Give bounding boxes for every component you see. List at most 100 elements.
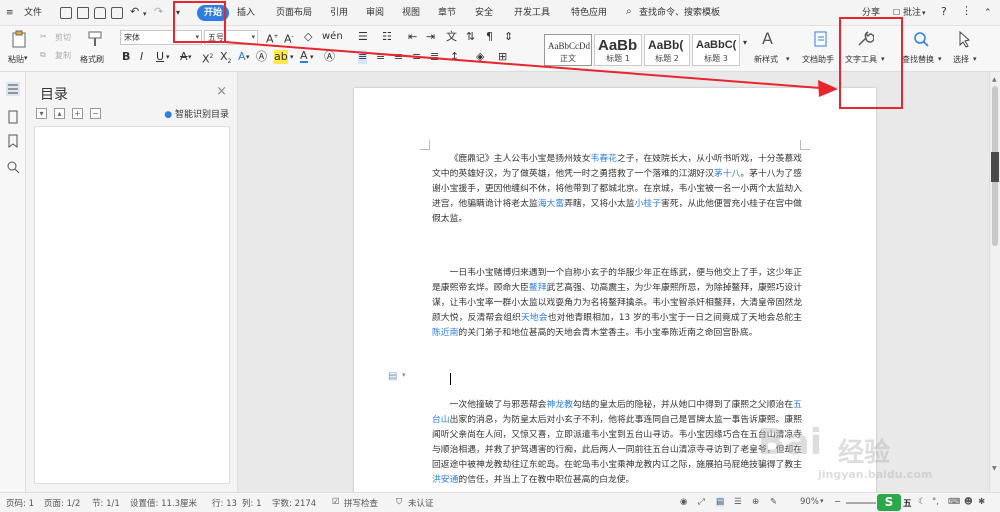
new-style-button[interactable]: 新样式 (754, 54, 778, 65)
text-tools-dropdown-icon[interactable]: ▾ (881, 55, 885, 63)
keyboard-icon[interactable]: ⌨ (948, 497, 960, 507)
hyperlink-name[interactable]: 陈近南 (432, 328, 458, 338)
toc-panel-icon[interactable] (6, 82, 20, 96)
character-shading-icon[interactable]: Ⓐ (256, 50, 267, 64)
paste-button[interactable]: 粘贴 (8, 54, 24, 65)
highlight-dropdown-icon[interactable]: ▾ (290, 50, 294, 64)
doc-assistant-icon[interactable] (812, 30, 830, 48)
full-screen-icon[interactable]: ⤢ (698, 497, 705, 507)
hyperlink-name[interactable]: 韦春花 (591, 154, 617, 164)
clear-format-icon[interactable]: ◇ (304, 30, 312, 44)
tab-developer[interactable]: 开发工具 (514, 5, 550, 21)
numbered-list-icon[interactable]: ☷ (382, 30, 392, 44)
select-dropdown-icon[interactable]: ▾ (973, 55, 977, 63)
status-setting-value[interactable]: 设置值: 11.3厘米 (130, 497, 197, 509)
tab-home[interactable]: 开始 (197, 5, 230, 21)
app-menu-icon[interactable]: ≡ (6, 5, 14, 21)
shading-icon[interactable]: ◈ (476, 50, 484, 64)
style-heading-3[interactable]: AaBbC( 标题 3 (692, 34, 740, 66)
settings-icon[interactable]: ✱ (978, 497, 985, 507)
tab-insert[interactable]: 插入 (237, 5, 255, 21)
find-replace-button[interactable]: 查找替换 (902, 54, 934, 65)
zoom-out-icon[interactable]: − (834, 497, 841, 507)
collapse-all-icon[interactable]: ▾ (36, 108, 47, 119)
close-icon[interactable]: × (216, 84, 227, 99)
status-pages[interactable]: 页面: 1/2 (44, 497, 80, 509)
new-style-icon[interactable]: A (762, 31, 773, 47)
document-page[interactable]: 《鹿鼎记》主人公韦小宝是扬州妓女韦春花之子，在妓院长大，从小听书听戏，十分羡慕戏… (354, 88, 876, 498)
status-column[interactable]: 列: 1 (242, 497, 261, 509)
text-effect-icon[interactable]: A (238, 50, 246, 64)
align-center-icon[interactable]: ≡ (376, 50, 385, 64)
line-spacing-icon[interactable]: ↕ (450, 50, 459, 64)
font-size-select[interactable]: 五号 ▾ (204, 30, 258, 45)
paragraph-layout-dropdown-icon[interactable]: ▾ (402, 371, 406, 379)
highlight-icon[interactable]: ab (274, 50, 288, 64)
hyperlink-name[interactable]: 鳌拜 (529, 283, 547, 293)
strikethrough-icon[interactable]: A (180, 50, 188, 64)
undo-icon[interactable]: ↶ (130, 4, 139, 20)
smart-toc-button[interactable]: ● 智能识别目录 (164, 107, 229, 120)
style-heading-1[interactable]: AaBb 标题 1 (594, 34, 642, 66)
format-painter-icon[interactable] (86, 30, 104, 48)
font-color-icon[interactable]: A (300, 50, 308, 63)
eye-protection-icon[interactable]: ◉ (680, 497, 687, 507)
status-row[interactable]: 行: 13 (212, 497, 237, 509)
paragraph-1[interactable]: 《鹿鼎记》主人公韦小宝是扬州妓女韦春花之子，在妓院长大，从小听书听戏，十分羡慕戏… (432, 152, 802, 227)
certification-status[interactable]: 未认证 (408, 497, 434, 509)
italic-icon[interactable]: I (140, 50, 143, 64)
text-tools-button[interactable]: 文字工具 (845, 54, 877, 65)
cut-icon[interactable]: ✂ (40, 32, 47, 41)
demote-icon[interactable]: − (90, 108, 101, 119)
increase-indent-icon[interactable]: ⇥ (426, 30, 435, 44)
save-icon[interactable] (60, 7, 72, 19)
find-replace-dropdown-icon[interactable]: ▾ (938, 55, 942, 63)
tab-security[interactable]: 安全 (475, 5, 493, 21)
tab-page-layout[interactable]: 页面布局 (276, 5, 312, 21)
decrease-font-icon[interactable]: A- (284, 30, 294, 47)
document-canvas[interactable]: 《鹿鼎记》主人公韦小宝是扬州妓女韦春花之子，在妓院长大，从小听书听戏，十分羡慕戏… (238, 72, 989, 498)
tab-chapter[interactable]: 章节 (438, 5, 456, 21)
promote-icon[interactable]: + (72, 108, 83, 119)
status-page-number[interactable]: 页码: 1 (6, 497, 34, 509)
input-method-badge[interactable]: 五 (903, 497, 912, 509)
new-style-dropdown-icon[interactable]: ▾ (786, 55, 790, 63)
export-pdf-icon[interactable] (77, 7, 89, 19)
reading-view-icon[interactable]: ✎ (770, 497, 777, 507)
doc-assistant-button[interactable]: 文档助手 (802, 54, 834, 65)
paste-icon[interactable] (10, 30, 28, 48)
undo-dropdown-icon[interactable]: ▾ (143, 6, 147, 22)
hyperlink-name[interactable]: 小桂子 (635, 199, 661, 209)
text-effect-dropdown-icon[interactable]: ▾ (246, 50, 250, 64)
file-menu[interactable]: 文件 (24, 5, 42, 21)
spellcheck-icon[interactable]: ☑ (332, 497, 340, 507)
page-thumbnail-icon[interactable] (6, 110, 20, 124)
strikethrough-dropdown-icon[interactable]: ▾ (188, 50, 192, 64)
bookmark-icon[interactable] (6, 134, 20, 148)
sort-icon[interactable]: ⇅ (466, 30, 475, 44)
chinese-layout-icon[interactable]: 文 (446, 30, 457, 44)
page-view-icon[interactable]: ▤ (716, 497, 725, 507)
share-button[interactable]: 分享 (862, 5, 880, 21)
status-section[interactable]: 节: 1/1 (92, 497, 120, 509)
copy-button[interactable]: 复制 (55, 50, 71, 61)
find-replace-icon[interactable] (912, 30, 930, 48)
paragraph-3[interactable]: 一次他撞破了与邪恶帮会神龙教勾结的皇太后的隐秘，并从她口中得到了康熙之父顺治在五… (432, 398, 802, 488)
character-border-icon[interactable]: Ⓐ (324, 50, 335, 64)
search-icon[interactable] (6, 160, 20, 174)
zoom-dropdown-icon[interactable]: ▾ (820, 497, 824, 505)
user-icon[interactable]: ☻ (964, 497, 973, 507)
decrease-indent-icon[interactable]: ⇤ (408, 30, 417, 44)
font-name-select[interactable]: 宋体 ▾ (120, 30, 202, 45)
align-left-icon[interactable]: ≡ (358, 50, 368, 64)
justify-icon[interactable]: ≡ (412, 50, 421, 64)
superscript-icon[interactable]: X2 (202, 50, 213, 67)
format-painter-button[interactable]: 格式刷 (80, 54, 104, 65)
help-button[interactable]: ? (941, 4, 947, 20)
hyperlink-name[interactable]: 神龙教 (547, 400, 573, 410)
style-heading-2[interactable]: AaBb( 标题 2 (644, 34, 690, 66)
bullet-list-icon[interactable]: ☰ (358, 30, 368, 44)
style-normal[interactable]: AaBbCcDd 正文 (544, 34, 592, 66)
more-options-icon[interactable]: ⋮ (961, 3, 972, 19)
borders-icon[interactable]: ⊞ (498, 50, 507, 64)
